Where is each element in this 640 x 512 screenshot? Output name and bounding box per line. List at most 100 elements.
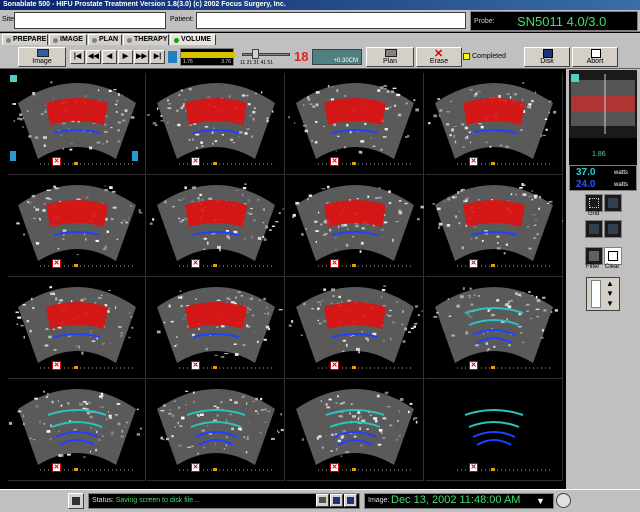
arrow-down-small-icon[interactable]: ▼ <box>606 299 614 308</box>
treatment-zone <box>185 200 247 227</box>
ultrasound-frame[interactable]: ✕ <box>425 73 563 175</box>
watts-value-2: 24.0 <box>576 179 596 190</box>
camera-icon <box>37 49 49 57</box>
measure-icon <box>608 224 618 234</box>
completed-checkbox[interactable]: Completed <box>463 53 506 60</box>
site-field[interactable] <box>14 12 166 29</box>
delete-frame-icon[interactable]: ✕ <box>330 259 339 268</box>
delete-frame-icon[interactable]: ✕ <box>191 157 200 166</box>
erase-button[interactable]: ✕ Erase <box>416 47 462 67</box>
slider-thumb[interactable] <box>252 49 259 59</box>
date-dropdown-arrow-icon[interactable]: ▼ <box>536 496 548 506</box>
ultrasound-sector-image <box>149 183 284 267</box>
ultrasound-frame[interactable]: ✕ <box>425 175 563 277</box>
tab-image[interactable]: IMAGE <box>49 34 87 45</box>
watts-unit-1: watts <box>614 170 629 176</box>
ultrasound-frame[interactable]: ✕ <box>425 379 563 481</box>
measure-button[interactable] <box>604 220 622 238</box>
delete-frame-icon[interactable]: ✕ <box>330 361 339 370</box>
ultrasound-frame[interactable]: ✕ <box>8 73 146 175</box>
export-button[interactable] <box>344 494 357 507</box>
ultrasound-frame[interactable]: ✕ <box>286 73 424 175</box>
ultrasound-frame[interactable]: ✕ <box>425 277 563 379</box>
printer-icon <box>319 497 326 503</box>
delete-frame-icon[interactable]: ✕ <box>469 157 478 166</box>
delete-frame-icon[interactable]: ✕ <box>191 463 200 472</box>
delete-frame-icon[interactable]: ✕ <box>52 157 61 166</box>
ultrasound-sector-image <box>288 83 419 165</box>
arrow-down-icon[interactable]: ▼ <box>606 289 614 298</box>
ultrasound-frame[interactable]: ✕ <box>147 277 285 379</box>
ultrasound-sector-image <box>457 409 553 471</box>
print-button[interactable] <box>316 494 329 507</box>
ultrasound-frame[interactable]: ✕ <box>8 175 146 277</box>
arrow-up-icon[interactable]: ▲ <box>606 279 614 288</box>
ultrasound-frame[interactable]: ✕ <box>286 379 424 481</box>
delete-frame-icon[interactable]: ✕ <box>469 463 478 472</box>
screen-icon <box>72 497 80 505</box>
play-button[interactable]: ▶ <box>118 50 133 64</box>
contour-button[interactable] <box>585 220 603 238</box>
delete-frame-icon[interactable]: ✕ <box>330 463 339 472</box>
first-frame-button[interactable]: |◀ <box>70 50 85 64</box>
step-back-button[interactable]: ◀ <box>102 50 117 64</box>
floppy-disk-icon <box>333 497 340 504</box>
tab-therapy[interactable]: THERAPY <box>123 34 169 45</box>
status-toggle-button[interactable] <box>68 493 84 509</box>
ultrasound-frame[interactable]: ✕ <box>286 175 424 277</box>
overlay-icon <box>608 198 618 208</box>
tab-indicator-icon <box>92 38 97 43</box>
clear-label: Clear <box>605 264 620 270</box>
ultrasound-frame[interactable]: ✕ <box>8 379 146 481</box>
last-frame-button[interactable]: ▶| <box>150 50 165 64</box>
ultrasound-sector-image <box>428 82 557 165</box>
checkbox-icon <box>463 53 470 60</box>
fast-forward-button[interactable]: ▶▶ <box>134 50 149 64</box>
filter-button[interactable] <box>585 247 603 265</box>
depth-ruler[interactable]: 1.76 3.76 <box>180 48 235 66</box>
ultrasound-frame[interactable]: ✕ <box>147 175 285 277</box>
filter-label: Filter <box>586 264 600 270</box>
radiation-icon[interactable] <box>556 493 571 508</box>
sagittal-preview[interactable] <box>569 70 637 138</box>
overlay-button[interactable] <box>604 194 622 212</box>
person-figure-icon <box>132 151 138 161</box>
ultrasound-sector-image <box>288 285 423 369</box>
delete-frame-icon[interactable]: ✕ <box>52 361 61 370</box>
save-button[interactable] <box>330 494 343 507</box>
slice-number: 18 <box>294 49 309 64</box>
clear-button[interactable] <box>604 247 622 265</box>
rewind-button[interactable]: ◀◀ <box>86 50 101 64</box>
delete-frame-icon[interactable]: ✕ <box>469 259 478 268</box>
slice-slider[interactable]: 11 21 31 41 51 <box>240 48 292 66</box>
tab-prepare[interactable]: PREPARE <box>2 34 48 45</box>
probe-orientation-icon <box>168 51 177 63</box>
image-date: Dec 13, 2002 11:48:00 AM <box>391 494 521 506</box>
watts-unit-2: watts <box>614 182 629 188</box>
delete-frame-icon[interactable]: ✕ <box>330 157 339 166</box>
disk-button[interactable]: Disk <box>524 47 570 67</box>
treatment-zone <box>46 302 108 329</box>
navigation-control[interactable]: ▲ ▼ ▼ <box>586 277 620 311</box>
ultrasound-frame[interactable]: ✕ <box>8 277 146 379</box>
ultrasound-frame[interactable]: ✕ <box>147 379 285 481</box>
ultrasound-frame[interactable]: ✕ <box>147 73 285 175</box>
image-timestamp-display: Image: Dec 13, 2002 11:48:00 AM <box>364 493 554 509</box>
grid-button[interactable] <box>585 194 603 212</box>
tab-plan[interactable]: PLAN <box>88 34 122 45</box>
zoom-value: 1.86 <box>592 151 606 158</box>
patient-field[interactable] <box>196 12 466 29</box>
abort-button[interactable]: Abort <box>572 47 618 67</box>
delete-frame-icon[interactable]: ✕ <box>191 361 200 370</box>
plan-button[interactable]: Plan <box>366 47 414 67</box>
offset-display[interactable]: +0.30CM <box>312 49 362 65</box>
ultrasound-sector-image <box>433 287 558 369</box>
delete-frame-icon[interactable]: ✕ <box>52 259 61 268</box>
delete-frame-icon[interactable]: ✕ <box>469 361 478 370</box>
image-button[interactable]: Image <box>18 47 66 67</box>
header-bar: Site: Patient: Probe: SN5011 4.0/3.0 <box>0 10 640 32</box>
delete-frame-icon[interactable]: ✕ <box>191 259 200 268</box>
tab-volume[interactable]: VOLUME <box>170 34 216 45</box>
ultrasound-frame[interactable]: ✕ <box>286 277 424 379</box>
delete-frame-icon[interactable]: ✕ <box>52 463 61 472</box>
